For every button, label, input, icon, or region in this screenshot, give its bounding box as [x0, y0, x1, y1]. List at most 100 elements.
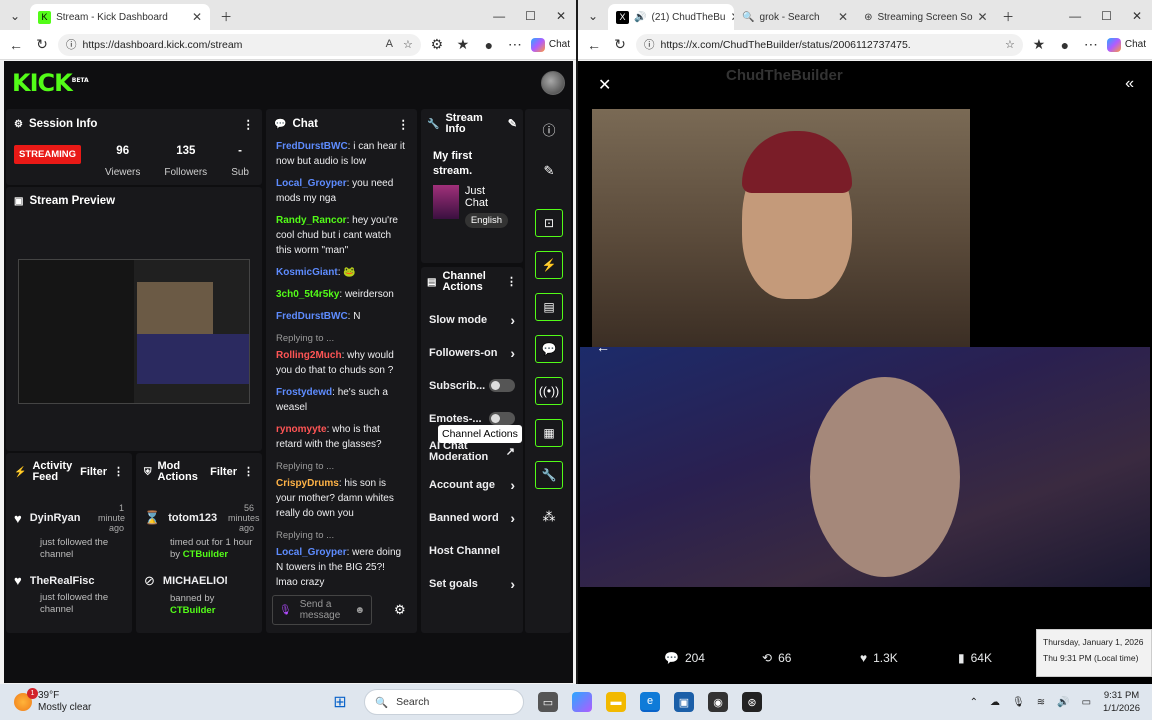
new-tab-button[interactable]: ＋	[210, 2, 242, 30]
video-bottom-cam[interactable]	[580, 347, 1150, 587]
new-tab-button[interactable]: ＋	[992, 2, 1024, 30]
close-viewer-icon[interactable]: ✕	[598, 75, 611, 95]
feed-username[interactable]: totom123	[168, 512, 217, 524]
chat-username[interactable]: Frostydewd	[276, 387, 332, 398]
profile-icon[interactable]: ●	[1055, 37, 1075, 53]
chat-message[interactable]: Replying to ... Rolling2Much: why would y…	[276, 331, 407, 378]
chat-username[interactable]: Local_Groyper	[276, 178, 347, 189]
chat-username[interactable]: FredDurstBWC	[276, 311, 348, 322]
more-menu-icon[interactable]: ⋯	[1081, 36, 1101, 53]
channel-action-item[interactable]: Slow mode ›	[421, 303, 523, 336]
chat-username[interactable]: Local_Groyper	[276, 547, 347, 558]
channel-action-item[interactable]: Banned word ›	[421, 501, 523, 534]
chat-username[interactable]: Rolling2Much	[276, 350, 342, 361]
onedrive-icon[interactable]: ☁	[990, 697, 1000, 708]
channel-actions-widget-icon[interactable]: ▦	[535, 419, 563, 447]
wifi-icon[interactable]: ≋	[1037, 697, 1045, 708]
chat-message[interactable]: Randy_Rancor: hey you're cool chud but i…	[276, 213, 407, 258]
tab-x-post[interactable]: X 🔊 (21) ChudTheBu ✕	[608, 4, 735, 30]
maximize-button[interactable]: ☐	[1091, 2, 1122, 30]
microphone-icon[interactable]: 🎙	[1012, 697, 1025, 708]
chat-message[interactable]: Frostydewd: he's such a weasel	[276, 385, 407, 415]
back-arrow-icon[interactable]: ←	[6, 37, 26, 53]
feed-username[interactable]: MICHAELIONHE	[163, 575, 227, 587]
chat-message[interactable]: FredDurstBWC: i can hear it now but audi…	[276, 139, 407, 169]
more-menu-icon[interactable]: ⋯	[505, 36, 525, 53]
copilot-chat-button[interactable]: Chat	[1106, 37, 1146, 52]
edit-pencil-icon[interactable]: ✎	[508, 118, 517, 130]
close-window-button[interactable]: ✕	[546, 2, 576, 30]
reply-indicator[interactable]: Replying to ...	[276, 331, 407, 346]
activity-menu-icon[interactable]: ⋮	[113, 466, 124, 478]
reply-button[interactable]: 💬 204	[664, 651, 762, 665]
info-icon[interactable]: ⓘ	[535, 115, 563, 143]
expand-sidebar-icon[interactable]: «	[1125, 75, 1134, 93]
channel-actions-menu-icon[interactable]: ⋮	[506, 276, 517, 288]
chat-message[interactable]: Replying to ... CrispyDrums: his son is y…	[276, 459, 407, 521]
kick-logo[interactable]: KICKBETA	[12, 69, 89, 97]
chevron-right-icon[interactable]: ›	[510, 345, 515, 361]
chat-widget-icon[interactable]: 💬	[535, 335, 563, 363]
stream-info-widget-icon[interactable]: ▤	[535, 293, 563, 321]
url-field[interactable]: ⓘ https://dashboard.kick.com/stream A ☆	[58, 33, 421, 56]
chatgpt-app-icon[interactable]: ⊛	[742, 692, 762, 712]
previous-media-arrow-icon[interactable]: ←	[596, 339, 610, 355]
url-field[interactable]: ⓘ https://x.com/ChudTheBuilder/status/20…	[636, 33, 1023, 56]
tab-kick-dashboard[interactable]: K Stream - Kick Dashboard ✕	[30, 4, 211, 30]
task-view-icon[interactable]: ▭	[538, 692, 558, 712]
toggle-switch[interactable]	[489, 412, 515, 425]
extensions-icon[interactable]: ⚙	[427, 36, 447, 53]
like-button[interactable]: ♥ 1.3K	[860, 651, 958, 665]
mod-tools-widget-icon[interactable]: 🔧	[535, 461, 563, 489]
channel-action-item[interactable]: Host Channel	[421, 534, 523, 567]
emoji-icon[interactable]: ☻	[354, 605, 365, 616]
moderator-name[interactable]: CTBuilder	[170, 605, 215, 616]
taskbar-search[interactable]: 🔍 Search	[364, 689, 524, 715]
favorites-icon[interactable]: ★	[1029, 36, 1049, 53]
chevron-right-icon[interactable]: ›	[510, 576, 515, 592]
chat-message[interactable]: Replying to ... Local_Groyper: were doing…	[276, 528, 407, 587]
profile-icon[interactable]: ●	[479, 37, 499, 53]
close-tab-icon[interactable]: ✕	[838, 10, 848, 24]
feed-username[interactable]: DyinRyan	[30, 512, 81, 524]
chat-message[interactable]: 3ch0_5t4r5ky: weirderson	[276, 287, 407, 302]
reply-indicator[interactable]: Replying to ...	[276, 528, 407, 543]
chat-input[interactable]: 🎙 Send a message ☻	[272, 595, 372, 625]
tab-actions-button[interactable]: ⌄	[0, 2, 30, 30]
external-link-icon[interactable]: ↗	[506, 445, 515, 458]
chat-message[interactable]: rynomyyte: who is that retard with the g…	[276, 422, 407, 452]
reply-indicator[interactable]: Replying to ...	[276, 459, 407, 474]
moderator-name[interactable]: CTBuilder	[183, 549, 228, 560]
obs-icon[interactable]: ◉	[708, 692, 728, 712]
chat-message-list[interactable]: FredDurstBWC: i can hear it now but audi…	[266, 139, 417, 587]
chat-username[interactable]: Randy_Rancor	[276, 215, 347, 226]
tab-actions-button[interactable]: ⌄	[578, 2, 608, 30]
show-hidden-icons-icon[interactable]: ⌃	[970, 697, 978, 708]
refresh-icon[interactable]: ↻	[32, 36, 52, 53]
chat-settings-gear-icon[interactable]: ⚙	[394, 602, 406, 618]
chat-menu-icon[interactable]: ⋮	[398, 117, 410, 131]
activity-widget-icon[interactable]: ⚡	[535, 251, 563, 279]
minimize-button[interactable]: —	[1059, 2, 1091, 30]
edge-browser-icon[interactable]: e	[640, 692, 660, 712]
battery-icon[interactable]: ▭	[1082, 697, 1091, 708]
start-windows-icon[interactable]: ⊞	[330, 692, 350, 712]
favorites-icon[interactable]: ★	[453, 36, 473, 53]
activity-filter-button[interactable]: Filter	[80, 466, 107, 478]
chat-message[interactable]: KosmicGiant: 🐸	[276, 265, 407, 280]
chat-username[interactable]: rynomyyte	[276, 424, 327, 435]
user-avatar[interactable]	[541, 71, 565, 95]
stream-preview-widget-icon[interactable]: ⊡	[535, 209, 563, 237]
mod-filter-button[interactable]: Filter	[210, 466, 237, 478]
maximize-button[interactable]: ☐	[515, 2, 546, 30]
chevron-right-icon[interactable]: ›	[510, 312, 515, 328]
feed-username[interactable]: TheRealFischgr	[30, 575, 96, 587]
refresh-icon[interactable]: ↻	[610, 36, 630, 53]
channel-action-item[interactable]: Set goals ›	[421, 567, 523, 600]
copilot-app-icon[interactable]	[572, 692, 592, 712]
channel-action-item[interactable]: Subscrib...	[421, 369, 523, 402]
close-window-button[interactable]: ✕	[1122, 2, 1152, 30]
favorite-star-icon[interactable]: ☆	[1005, 38, 1015, 51]
chat-username[interactable]: FredDurstBWC	[276, 141, 348, 152]
volume-icon[interactable]: 🔊	[1057, 697, 1069, 708]
